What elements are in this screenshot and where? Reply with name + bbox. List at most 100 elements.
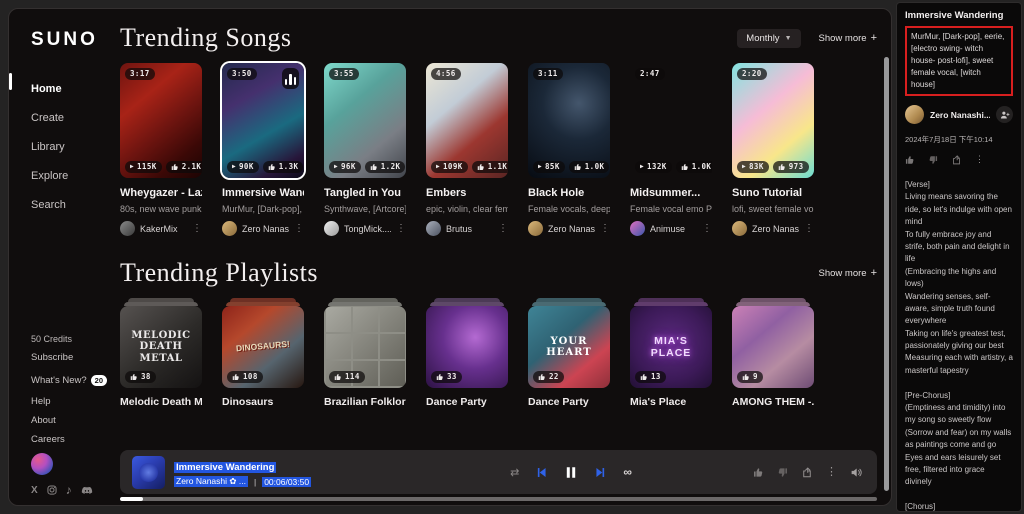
user-avatar[interactable]	[31, 453, 53, 475]
playlist-card[interactable]: 114 Brazilian Folklore	[324, 298, 406, 408]
song-more-button[interactable]: ⋮	[498, 223, 508, 234]
share-button[interactable]	[801, 466, 813, 478]
playlists-show-more-button[interactable]: Show more +	[819, 267, 878, 279]
sidebar-nav-item[interactable]: Home	[31, 79, 113, 99]
playlist-card[interactable]: YOUR HEART 22 Dance Party	[528, 298, 610, 408]
song-card[interactable]: 3:55 ▶ 96K 1.2K Tangled in You Synthwave…	[324, 63, 406, 236]
artist-avatar[interactable]	[630, 221, 645, 236]
artist-name[interactable]: Zero Nanash...	[752, 224, 799, 234]
playlist-cover-art[interactable]: DINOSAURS! 108	[222, 306, 304, 388]
playlist-title[interactable]: Brazilian Folklore	[324, 396, 406, 408]
artist-avatar[interactable]	[426, 221, 441, 236]
progress-bar[interactable]	[120, 497, 877, 501]
artist-avatar[interactable]	[528, 221, 543, 236]
dislike-button[interactable]	[777, 467, 788, 478]
artist-avatar[interactable]	[732, 221, 747, 236]
playlist-cover-art[interactable]: MELODIC DEATH METAL 38	[120, 306, 202, 388]
artist-name[interactable]: TongMick......	[344, 224, 391, 234]
song-cover-art[interactable]: 4:56 ▶ 109K 1.1K	[426, 63, 508, 178]
player-more-button[interactable]: ⋮	[826, 466, 837, 478]
playlist-card[interactable]: DINOSAURS! 108 Dinosaurs	[222, 298, 304, 408]
playlist-card[interactable]: MELODIC DEATH METAL 38 Melodic Death Met…	[120, 298, 202, 408]
artist-name[interactable]: Brutus	[446, 224, 493, 234]
song-more-button[interactable]: ⋮	[294, 223, 304, 234]
like-button[interactable]	[753, 467, 764, 478]
credits-label[interactable]: 50 Credits	[31, 334, 113, 344]
song-more-button[interactable]: ⋮	[396, 223, 406, 234]
song-more-button[interactable]: ⋮	[600, 223, 610, 234]
details-artist-name[interactable]: Zero Nanashi...	[930, 110, 990, 120]
song-cover-art[interactable]: 3:17 ▶ 115K 2.1K	[120, 63, 202, 178]
volume-button[interactable]	[850, 466, 863, 479]
instagram-icon[interactable]	[47, 485, 57, 495]
playlist-cover-art[interactable]: 33	[426, 306, 508, 388]
song-more-button[interactable]: ⋮	[192, 223, 202, 234]
playlist-title[interactable]: Dinosaurs	[222, 396, 304, 408]
now-playing-thumbnail[interactable]	[132, 455, 165, 489]
subscribe-link[interactable]: Subscribe	[31, 352, 113, 363]
share-button[interactable]	[951, 154, 962, 165]
sidebar-nav-item[interactable]: Search	[31, 195, 113, 215]
playlist-cover-art[interactable]: 9	[732, 306, 814, 388]
song-card[interactable]: 3:50 ▶ 90K 1.3K Immersive Wan MurMur, [D…	[222, 63, 304, 236]
shuffle-icon[interactable]: ⇄	[510, 466, 519, 479]
playlist-title[interactable]: Dance Party	[426, 396, 508, 408]
main-scrollbar[interactable]	[884, 57, 889, 491]
help-link[interactable]: Help	[31, 396, 113, 407]
song-more-button[interactable]: ⋮	[804, 223, 814, 234]
song-cover-art[interactable]: 3:55 ▶ 96K 1.2K	[324, 63, 406, 178]
song-card[interactable]: 3:17 ▶ 115K 2.1K Wheygazer - La 80s, new…	[120, 63, 202, 236]
artist-avatar[interactable]	[120, 221, 135, 236]
autoplay-infinity-icon[interactable]: ∞	[623, 465, 632, 479]
playlist-cover-art[interactable]: 114	[324, 306, 406, 388]
song-cover-art[interactable]: 3:50 ▶ 90K 1.3K	[222, 63, 304, 178]
song-title[interactable]: Wheygazer - Lazarus...	[120, 187, 202, 199]
song-cover-art[interactable]: 2:20 ▶ 83K 973	[732, 63, 814, 178]
playlist-title[interactable]: Melodic Death Metal...	[120, 396, 202, 408]
artist-avatar[interactable]	[324, 221, 339, 236]
artist-name[interactable]: Zero Nanash...	[548, 224, 595, 234]
playlist-card[interactable]: MIA'S PLACE 13 Mia's Place	[630, 298, 712, 408]
playlist-title[interactable]: Mia's Place	[630, 396, 712, 408]
artist-avatar[interactable]	[222, 221, 237, 236]
song-card[interactable]: 4:56 ▶ 109K 1.1K Embers epic, violin, cl…	[426, 63, 508, 236]
whats-new-link[interactable]: What's New? 20	[31, 375, 113, 386]
song-title[interactable]: Black Hole	[528, 187, 610, 199]
playlist-cover-art[interactable]: YOUR HEART 22	[528, 306, 610, 388]
playlist-title[interactable]: AMONG THEM -...	[732, 396, 814, 408]
artist-name[interactable]: Zero Nanash...	[242, 224, 289, 234]
next-button[interactable]	[594, 466, 607, 479]
playlist-card[interactable]: 33 Dance Party	[426, 298, 508, 408]
previous-button[interactable]	[535, 466, 548, 479]
details-more-button[interactable]: ⋮	[975, 155, 984, 164]
song-card[interactable]: 3:11 ▶ 85K 1.0K Black Hole Female vocals…	[528, 63, 610, 236]
song-title[interactable]: Tangled in You	[324, 187, 406, 199]
song-more-button[interactable]: ⋮	[702, 223, 712, 234]
x-icon[interactable]: X	[31, 485, 38, 496]
song-card[interactable]: 2:20 ▶ 83K 973 Suno Tutorial lofi, sweet…	[732, 63, 814, 236]
songs-show-more-button[interactable]: Show more +	[819, 32, 878, 44]
careers-link[interactable]: Careers	[31, 434, 113, 445]
now-playing-artist[interactable]: Zero Nanashi ✿ ...	[174, 476, 248, 487]
dislike-button[interactable]	[928, 155, 938, 165]
song-title[interactable]: Suno Tutorial	[732, 187, 814, 199]
song-title[interactable]: Immersive Wandering	[222, 187, 304, 199]
song-title[interactable]: Embers	[426, 187, 508, 199]
song-card[interactable]: 2:47 ▶ 132K 1.0K Midsummer... Female voc…	[630, 63, 712, 236]
playlist-card[interactable]: 9 AMONG THEM -...	[732, 298, 814, 408]
now-playing-title[interactable]: Immersive Wandering	[174, 462, 277, 473]
details-artist-avatar[interactable]	[905, 105, 924, 124]
sidebar-nav-item[interactable]: Create	[31, 108, 113, 128]
follow-button[interactable]	[996, 106, 1013, 123]
monthly-filter-dropdown[interactable]: Monthly ▼	[737, 28, 801, 48]
discord-icon[interactable]	[81, 486, 93, 495]
sidebar-nav-item[interactable]: Library	[31, 137, 113, 157]
like-button[interactable]	[905, 155, 915, 165]
song-title[interactable]: Midsummer...	[630, 187, 712, 199]
playlist-title[interactable]: Dance Party	[528, 396, 610, 408]
song-cover-art[interactable]: 2:47 ▶ 132K 1.0K	[630, 63, 712, 178]
sidebar-nav-item[interactable]: Explore	[31, 166, 113, 186]
playlist-cover-art[interactable]: MIA'S PLACE 13	[630, 306, 712, 388]
pause-button[interactable]	[564, 465, 578, 480]
song-cover-art[interactable]: 3:11 ▶ 85K 1.0K	[528, 63, 610, 178]
